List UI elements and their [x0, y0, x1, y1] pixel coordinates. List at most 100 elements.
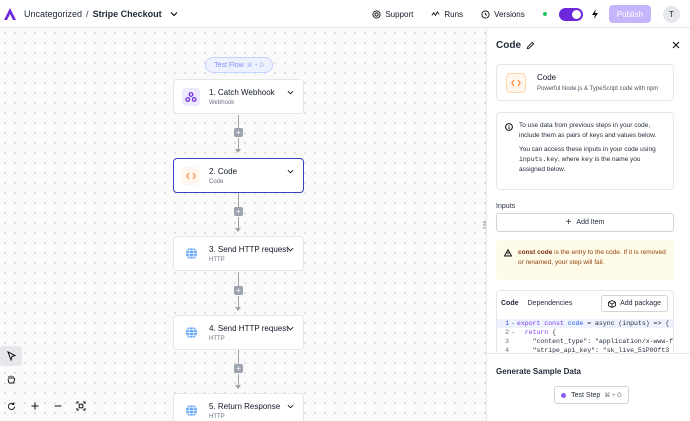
plus-icon: +	[565, 217, 572, 228]
add-item-button[interactable]: + Add Item	[496, 213, 674, 232]
inputs-info-box: To use data from previous steps in your …	[496, 112, 674, 190]
pan-tool-button[interactable]	[0, 369, 22, 389]
step-settings-panel: Code Code Powerful Node.js & TypeScript …	[486, 28, 690, 421]
versions-label: Versions	[494, 9, 525, 19]
status-dot	[542, 12, 547, 16]
globe-icon	[182, 402, 200, 420]
connector-line	[238, 272, 239, 286]
connector-line	[238, 193, 239, 207]
flow-enabled-toggle[interactable]	[558, 7, 583, 21]
connector-arrow	[235, 385, 241, 389]
generate-sample-section: Generate Sample Data Test Step ⌘ + G	[487, 353, 690, 421]
connector-line	[238, 350, 239, 364]
key-code: key	[581, 156, 593, 163]
versions-link[interactable]: Versions	[481, 10, 525, 19]
inputs-label: Inputs	[496, 203, 516, 210]
add-item-label: Add Item	[576, 219, 605, 226]
piece-name: Code	[537, 73, 557, 82]
chevron-down-icon[interactable]	[287, 403, 294, 410]
connector-arrow	[235, 307, 241, 311]
cursor-icon	[6, 351, 16, 361]
globe-icon	[182, 245, 200, 263]
code-line: 2 ⌄ return {	[505, 329, 557, 336]
connector-line	[238, 115, 239, 128]
info-text-1: To use data from previous steps in your …	[519, 122, 657, 139]
code-editor[interactable]: 1 ⌄ export const code = async (inputs) => …	[497, 319, 673, 355]
globe-icon	[182, 324, 200, 342]
test-step-button[interactable]: Test Step ⌘ + G	[554, 386, 629, 404]
node-subtitle: HTTP	[209, 413, 225, 420]
test-step-shortcut: ⌘ + G	[604, 392, 622, 399]
add-step-button[interactable]: +	[234, 364, 243, 373]
breadcrumb: Uncategorized / Stripe Checkout	[24, 9, 178, 19]
zoom-out-button[interactable]	[46, 396, 69, 416]
zoom-in-button[interactable]	[23, 396, 46, 416]
pencil-icon[interactable]	[526, 41, 535, 50]
runs-label: Runs	[444, 9, 464, 19]
chevron-down-icon[interactable]	[287, 89, 294, 96]
flow-node-send-http-2[interactable]: 4. Send HTTP request HTTP	[173, 315, 304, 350]
flow-name[interactable]: Stripe Checkout	[93, 9, 162, 19]
flow-node-return-response[interactable]: 5. Return Response HTTP	[173, 393, 304, 421]
test-flow-label: Test Flow	[214, 61, 244, 69]
lifebuoy-icon	[372, 9, 381, 19]
add-package-button[interactable]: Add package	[601, 295, 668, 312]
node-title: 1. Catch Webhook	[209, 87, 275, 97]
breadcrumb-separator: /	[86, 8, 89, 19]
publish-button[interactable]: Publish	[608, 5, 651, 23]
close-icon[interactable]	[672, 41, 680, 49]
node-title: 2. Code	[209, 166, 238, 176]
node-subtitle: Webhook	[209, 99, 235, 106]
code-line: 1 ⌄ export const code = async (inputs) => …	[497, 319, 673, 328]
panel-title[interactable]: Code	[496, 40, 521, 51]
chevron-down-icon[interactable]	[287, 325, 294, 332]
add-step-button[interactable]: +	[234, 207, 243, 216]
test-flow-shortcut: ⌘ + D	[246, 62, 264, 69]
node-title: 3. Send HTTP request	[209, 244, 289, 254]
tab-code[interactable]: Code	[501, 300, 519, 307]
flow-node-catch-webhook[interactable]: 1. Catch Webhook Webhook	[173, 79, 304, 114]
lightning-icon[interactable]	[591, 9, 599, 19]
chevron-down-icon[interactable]	[287, 168, 294, 175]
support-label: Support	[385, 9, 414, 19]
webhook-icon	[182, 87, 200, 106]
connector-arrow	[235, 149, 241, 153]
inputs-key-code: inputs.key	[519, 156, 559, 163]
app-logo-icon[interactable]	[2, 6, 18, 22]
piece-description: Powerful Node.js & TypeScript code with …	[537, 86, 659, 92]
node-subtitle: Code	[209, 178, 224, 185]
reset-view-button[interactable]	[0, 396, 23, 416]
info-text-2: You can access these inputs in your code…	[519, 146, 656, 173]
flow-node-code[interactable]: 2. Code Code	[173, 158, 304, 193]
support-link[interactable]: Support	[372, 10, 413, 19]
add-step-button[interactable]: +	[234, 128, 243, 137]
top-actions: Support Runs Versions Publish T	[372, 0, 690, 28]
flow-node-send-http-1[interactable]: 3. Send HTTP request HTTP	[173, 236, 304, 271]
test-flow-button[interactable]: Test Flow ⌘ + D	[205, 57, 273, 73]
runs-icon	[431, 10, 440, 16]
warning-code: const code	[518, 249, 553, 256]
piece-card: Code Powerful Node.js & TypeScript code …	[496, 64, 674, 101]
user-avatar[interactable]: T	[663, 5, 680, 23]
panel-header: Code	[496, 40, 535, 51]
code-icon	[182, 166, 200, 185]
tab-dependencies[interactable]: Dependencies	[528, 300, 573, 307]
info-icon	[505, 123, 513, 131]
entry-warning-box: const code is the entry to the code. If …	[496, 240, 674, 280]
refresh-icon	[7, 401, 16, 410]
fit-view-button[interactable]	[69, 396, 92, 416]
runs-link[interactable]: Runs	[431, 10, 463, 19]
node-subtitle: HTTP	[209, 335, 225, 342]
code-editor-card: Code Dependencies Add package 1 ⌄ export c…	[496, 290, 674, 356]
breadcrumb-folder[interactable]: Uncategorized	[24, 9, 82, 19]
add-step-button[interactable]: +	[234, 286, 243, 295]
minus-icon	[54, 405, 61, 407]
warning-icon	[504, 249, 512, 257]
node-title: 5. Return Response	[209, 401, 281, 411]
chevron-down-icon[interactable]	[170, 10, 178, 18]
add-package-label: Add package	[620, 300, 661, 307]
node-title: 4. Send HTTP request	[209, 323, 289, 333]
flow-canvas[interactable]: Test Flow ⌘ + D 1. Catch Webhook Webhook…	[0, 28, 486, 421]
chevron-down-icon[interactable]	[287, 246, 294, 253]
select-tool-button[interactable]	[0, 346, 22, 366]
